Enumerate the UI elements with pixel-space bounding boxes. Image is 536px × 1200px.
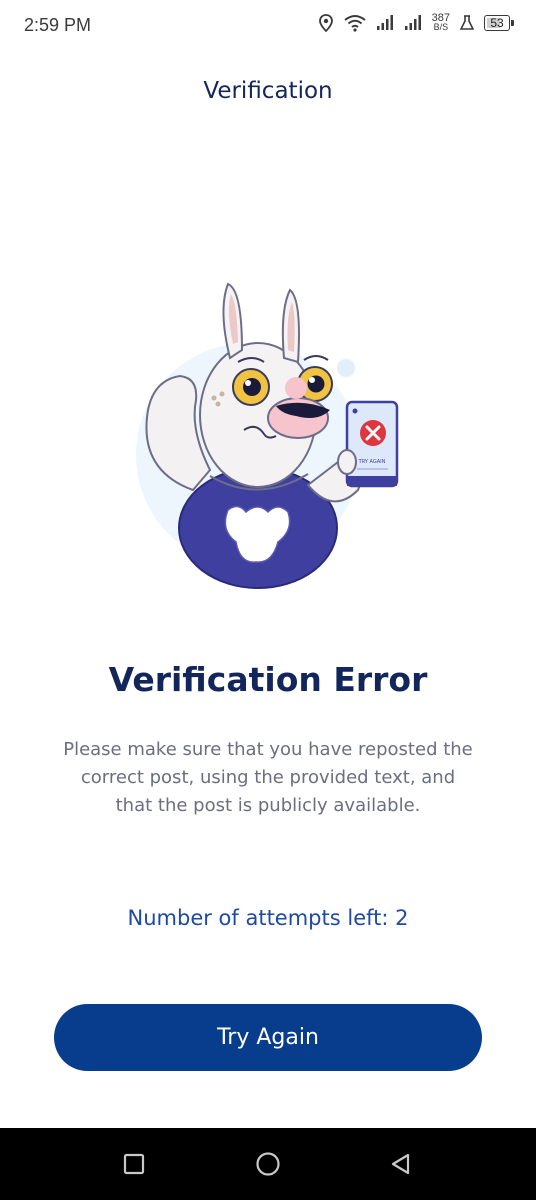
- try-again-button[interactable]: Try Again: [54, 1004, 482, 1071]
- bunny-illustration: TRY AGAIN: [118, 280, 418, 600]
- back-triangle-icon[interactable]: [386, 1150, 414, 1178]
- status-time: 2:59 PM: [24, 15, 92, 35]
- phone-label: TRY AGAIN: [358, 459, 386, 465]
- page-title: Verification: [203, 78, 333, 104]
- network-speed: 387 B/S: [432, 13, 450, 32]
- home-circle-icon[interactable]: [254, 1150, 282, 1178]
- flask-icon: [460, 15, 474, 31]
- wifi-icon: [344, 14, 366, 32]
- error-title: Verification Error: [108, 660, 428, 699]
- attempts-left-text: Number of attempts left: 2: [127, 906, 409, 930]
- verification-screen: 2:59 PM 387 B/S 53 Verification TRY AGAI…: [0, 0, 536, 1200]
- net-speed-unit: B/S: [433, 22, 449, 32]
- status-bar: 2:59 PM 387 B/S 53: [0, 0, 536, 52]
- recents-square-icon[interactable]: [120, 1150, 148, 1178]
- phone-illustration: TRY AGAIN: [345, 400, 399, 488]
- navigation-bar: [0, 1128, 536, 1200]
- location-icon: [318, 14, 334, 32]
- status-icons: 387 B/S 53: [318, 13, 514, 32]
- error-message: Please make sure that you have reposted …: [63, 739, 473, 816]
- battery-level: 53: [490, 16, 504, 30]
- battery-icon: 53: [484, 15, 514, 31]
- signal-icon: [376, 15, 394, 31]
- signal-icon: [404, 15, 422, 31]
